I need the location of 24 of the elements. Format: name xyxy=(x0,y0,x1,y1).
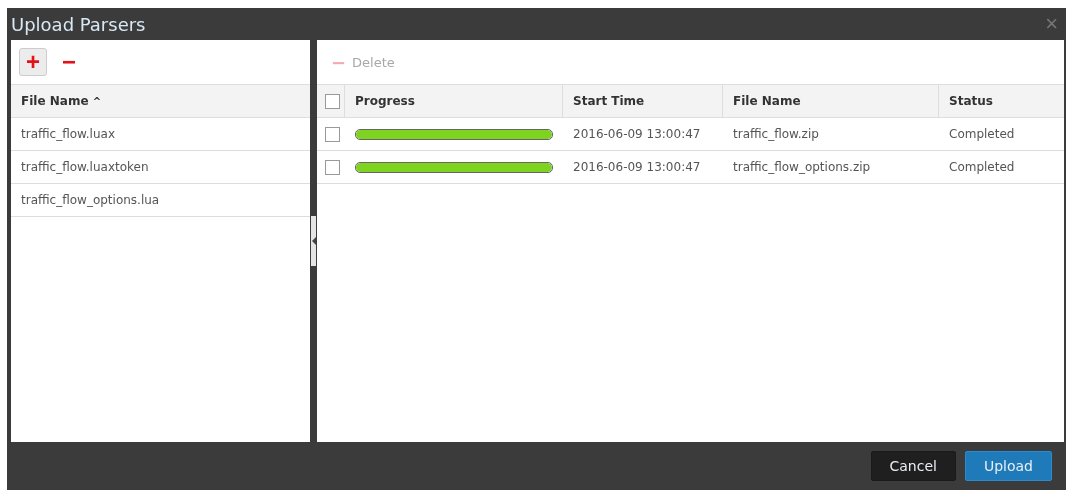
select-all-checkbox[interactable] xyxy=(325,93,340,109)
row-checkbox[interactable] xyxy=(325,126,340,142)
column-header[interactable]: File Name xyxy=(733,94,801,108)
remove-button[interactable]: − xyxy=(55,48,83,76)
column-header[interactable]: Progress xyxy=(355,94,415,108)
splitter-handle[interactable] xyxy=(311,216,316,266)
upload-button[interactable]: Upload xyxy=(964,451,1052,481)
table-cell: traffic_flow.zip xyxy=(733,127,819,141)
table-cell: traffic_flow_options.zip xyxy=(733,160,871,174)
table-cell: Completed xyxy=(949,127,1015,141)
column-header[interactable]: Status xyxy=(949,94,993,108)
table-cell: 2016-06-09 13:00:47 xyxy=(573,127,701,141)
column-header[interactable]: File Name ^ xyxy=(11,85,310,117)
table-cell-text: traffic_flow.luax xyxy=(20,126,116,143)
row-checkbox[interactable] xyxy=(325,159,340,175)
cancel-button[interactable]: Cancel xyxy=(870,451,956,481)
table-cell-text: traffic_flow_options.lua xyxy=(20,192,161,209)
collapse-arrow-icon xyxy=(311,237,316,245)
table-cell: 2016-06-09 13:00:47 xyxy=(573,160,701,174)
table-cell: Completed xyxy=(949,160,1015,174)
table-cell-text: traffic_flow.luaxtoken xyxy=(20,159,150,176)
window-title: Upload Parsers xyxy=(11,13,146,35)
column-header[interactable]: Start Time xyxy=(573,94,645,108)
add-button[interactable]: + xyxy=(19,48,47,76)
